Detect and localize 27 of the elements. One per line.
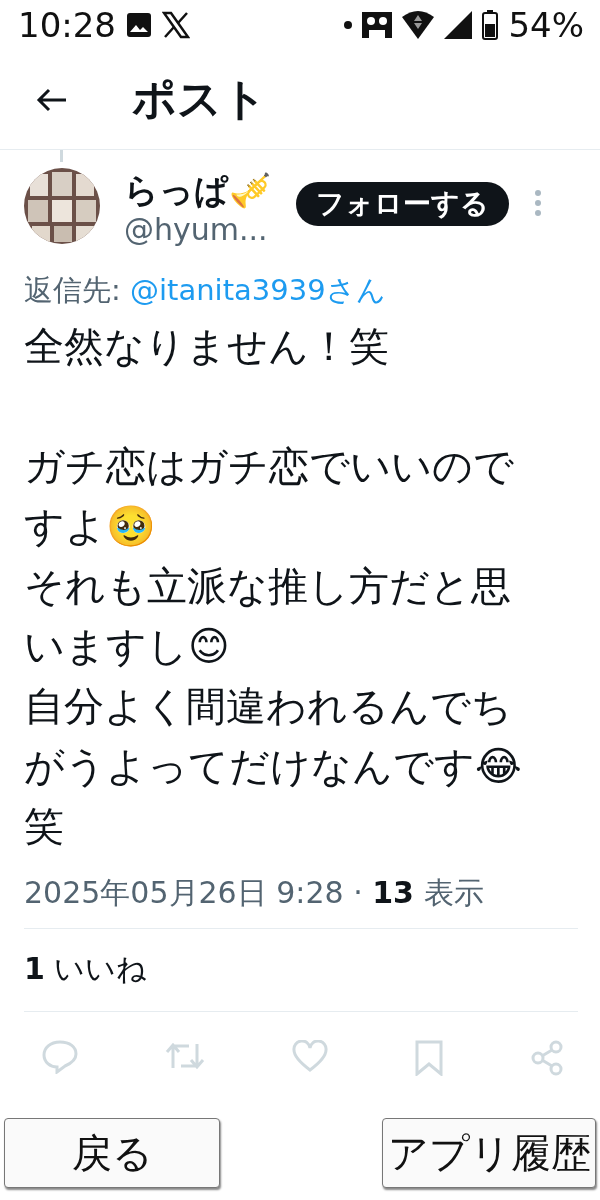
nav-button[interactable]: アプリ履歴	[382, 1118, 596, 1188]
back-arrow-icon[interactable]	[36, 87, 68, 112]
reply-icon[interactable]	[42, 1040, 78, 1074]
post-timestamp: 2025年05月26日 9:28 · 13 表示	[24, 874, 485, 912]
x-logo-icon	[162, 11, 190, 39]
repost-icon[interactable]	[165, 1040, 205, 1072]
display-name: らっぱ🎺	[124, 169, 272, 212]
page-title: ポスト	[132, 72, 267, 126]
more-icon[interactable]	[535, 190, 541, 216]
bookmark-icon[interactable]	[415, 1040, 443, 1076]
heart-icon[interactable]	[292, 1040, 328, 1072]
battery-icon	[482, 10, 499, 40]
post-text: ガチ恋はガチ恋でいいのですよ🥹 それも立派な推し方だと思いますし😊 自分よく間違われるんでちがうよってだけなんです😂笑	[24, 442, 523, 851]
likes-count[interactable]: 1 いいね	[24, 929, 578, 1011]
nav-button[interactable]: 戻る	[4, 1118, 220, 1188]
share-icon[interactable]	[530, 1040, 564, 1076]
signal-icon	[444, 11, 473, 39]
cassette-icon	[362, 12, 393, 38]
image-icon	[126, 12, 152, 38]
wifi-icon	[402, 11, 435, 39]
dot-icon	[344, 21, 353, 29]
reply-to-text: 返信先: @itanita3939さん	[24, 272, 387, 309]
post-text: 全然なりません！笑	[24, 322, 390, 371]
status-time: 10:28	[18, 8, 116, 42]
user-handle: @hyum...	[124, 212, 269, 248]
battery-level: 54%	[508, 8, 584, 42]
follow-button[interactable]: フォローする	[296, 182, 509, 226]
